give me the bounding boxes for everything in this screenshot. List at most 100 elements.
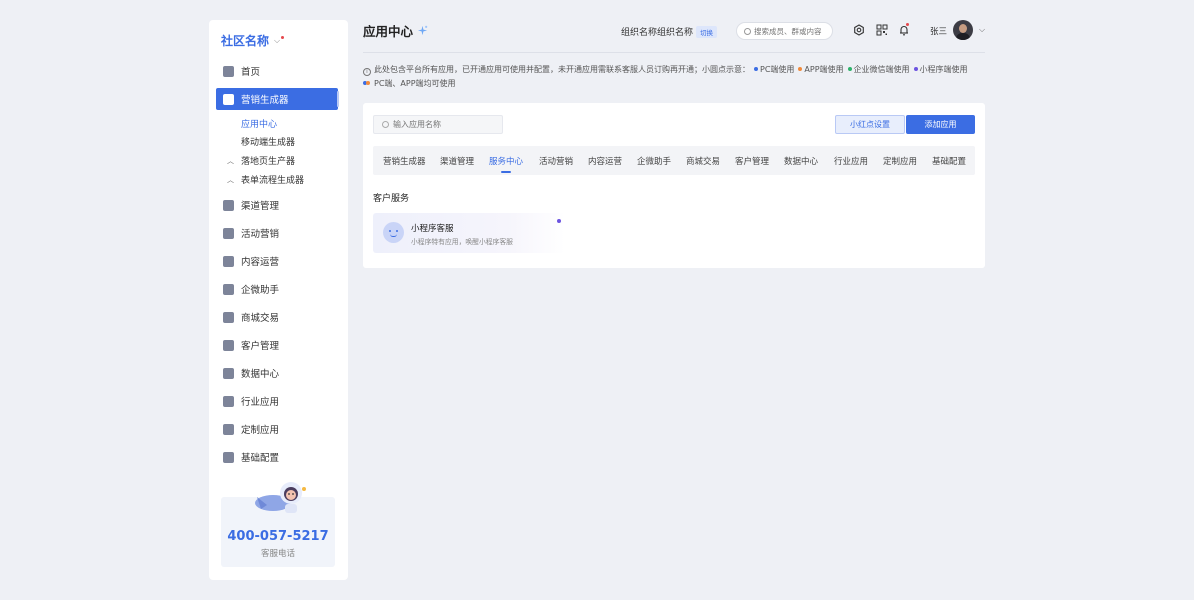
- sidebar-item-label: 行业应用: [241, 397, 280, 408]
- support-promo: 400-057-5217 客服电话: [221, 482, 335, 567]
- dual-dot-icon: [363, 81, 371, 85]
- sidebar-item-label: 数据中心: [241, 369, 280, 380]
- sidebar-item-industry[interactable]: 行业应用: [216, 390, 338, 412]
- search-icon: [744, 27, 751, 35]
- wecom-dot-icon: [847, 67, 852, 71]
- sidebar-item-wecom[interactable]: 企微助手: [216, 278, 338, 300]
- notice-text: 此处包含平台所有应用，已开通应用可使用并配置，未开通应用需联系客服人员订购再开通…: [374, 65, 750, 74]
- app-center-card: 小红点设置 添加应用 营销生成器 渠道管理 服务中心 活动营销 内容运营 企微助…: [363, 103, 985, 268]
- miniprogram-dot-icon: [557, 219, 561, 223]
- wecom-icon: [223, 283, 234, 295]
- tab-customer[interactable]: 客户管理: [735, 155, 769, 167]
- user-name[interactable]: 张三: [930, 25, 947, 37]
- sidebar-subitem-label: 表单流程生成器: [241, 176, 305, 186]
- page-title: 应用中心: [363, 21, 428, 40]
- cluster-icon: [223, 395, 234, 407]
- app-card[interactable]: 小程序客服 小程序特有应用，唤醒小程序客服: [373, 213, 565, 253]
- sidebar-subitem-form-flow[interactable]: ︿ 表单流程生成器: [227, 173, 305, 187]
- sidebar-subitem-mobile-generator[interactable]: 移动端生成器: [241, 135, 295, 148]
- tab-custom[interactable]: 定制应用: [883, 155, 917, 167]
- sidebar-item-label: 活动营销: [241, 229, 280, 240]
- chevron-up-icon: ︿: [227, 175, 234, 184]
- category-tabs: 营销生成器 渠道管理 服务中心 活动营销 内容运营 企微助手 商城交易 客户管理…: [373, 146, 975, 175]
- miniprogram-dot-icon: [913, 67, 918, 71]
- icon-mouth: [390, 234, 397, 237]
- add-app-button[interactable]: 添加应用: [906, 115, 975, 134]
- brand-switcher[interactable]: 社区名称 ⌵: [221, 32, 285, 49]
- sidebar-item-data[interactable]: 数据中心: [216, 362, 338, 384]
- chevron-up-icon: ︿: [227, 156, 234, 165]
- sidebar-item-channel[interactable]: 渠道管理: [216, 194, 338, 216]
- chevron-down-icon: ⌵: [274, 35, 281, 45]
- tab-settings[interactable]: 基础配置: [932, 155, 966, 167]
- sidebar-item-label: 商城交易: [241, 313, 280, 324]
- astronaut-illustration: [255, 482, 306, 513]
- avatar-face: [959, 24, 967, 33]
- app-dot-icon: [798, 67, 803, 71]
- sidebar-item-label: 客户管理: [241, 341, 280, 352]
- sidebar-item-mall[interactable]: 商城交易: [216, 306, 338, 328]
- legend-wecom: 企业微信端使用: [853, 65, 910, 74]
- section-title: 客户服务: [373, 194, 410, 204]
- sidebar-subitem-app-center[interactable]: 应用中心: [241, 117, 277, 130]
- legend-dual: PC端、APP端均可使用: [374, 79, 456, 88]
- app-search-input[interactable]: [393, 120, 493, 129]
- switch-org-button[interactable]: 切换: [696, 26, 717, 38]
- tab-industry[interactable]: 行业应用: [834, 155, 868, 167]
- sidebar-item-label: 定制应用: [241, 425, 280, 436]
- settings-icon[interactable]: [853, 24, 865, 36]
- sidebar-item-content[interactable]: 内容运营: [216, 250, 338, 272]
- sidebar-item-label: 首页: [241, 67, 261, 78]
- sidebar-item-activity[interactable]: 活动营销: [216, 222, 338, 244]
- support-phone-label: 客服电话: [260, 549, 295, 559]
- avatar-body: [956, 33, 970, 40]
- app-search[interactable]: [373, 115, 503, 134]
- legend-miniprogram: 小程序端使用: [919, 65, 968, 74]
- global-search-input[interactable]: [754, 26, 828, 36]
- home-icon: [223, 65, 234, 77]
- tab-wecom[interactable]: 企微助手: [637, 155, 671, 167]
- tab-data[interactable]: 数据中心: [784, 155, 818, 167]
- shop-icon: [223, 311, 234, 323]
- customer-service-icon: [383, 222, 404, 243]
- notice: i 此处包含平台所有应用，已开通应用可使用并配置，未开通应用需联系客服人员订购再开…: [363, 63, 985, 91]
- sidebar-item-label: 企微助手: [241, 285, 280, 296]
- tab-activity[interactable]: 活动营销: [539, 155, 573, 167]
- search-icon: [382, 121, 389, 128]
- qrcode-icon[interactable]: [876, 24, 888, 36]
- legend-pc: PC端使用: [760, 65, 795, 74]
- tab-mall[interactable]: 商城交易: [686, 155, 720, 167]
- red-dot-icon: [281, 36, 285, 39]
- sidebar-item-label: 内容运营: [241, 257, 280, 268]
- info-icon: i: [363, 68, 371, 76]
- sidebar-item-home[interactable]: 首页: [216, 60, 338, 82]
- tab-marketing-generator[interactable]: 营销生成器: [383, 155, 426, 167]
- sidebar-item-label: 营销生成器: [241, 95, 289, 106]
- support-phone: 400-057-5217: [227, 529, 329, 544]
- app-name: 小程序客服: [411, 224, 454, 234]
- pc-dot-icon: [754, 67, 758, 71]
- sidebar-item-marketing-generator[interactable]: 营销生成器: [216, 88, 339, 110]
- sidebar-item-settings[interactable]: 基础配置: [216, 446, 338, 468]
- sidebar-subitem-label: 落地页生产器: [241, 157, 296, 167]
- tab-service-center[interactable]: 服务中心: [489, 155, 523, 173]
- megaphone-icon: [223, 227, 234, 239]
- sidebar-subitem-landing-page[interactable]: ︿ 落地页生产器: [227, 154, 296, 168]
- tab-content[interactable]: 内容运营: [588, 155, 622, 167]
- tab-channel[interactable]: 渠道管理: [440, 155, 474, 167]
- header-divider: [363, 52, 985, 53]
- chevron-down-icon[interactable]: ⌵: [979, 25, 985, 35]
- icon-eye: [396, 230, 398, 232]
- chart-icon: [223, 367, 234, 379]
- red-dot-settings-button[interactable]: 小红点设置: [835, 115, 905, 134]
- sidebar-item-custom[interactable]: 定制应用: [216, 418, 338, 440]
- sparkle-icon: [417, 25, 428, 36]
- document-icon: [223, 255, 234, 267]
- org-name: 组织名称组织名称: [621, 28, 694, 38]
- global-search[interactable]: [736, 22, 833, 40]
- sidebar: 社区名称 ⌵ 首页 营销生成器 应用中心 移动端生成器 ︿ 落地页生产器 ︿ 表…: [209, 20, 348, 580]
- diamond-icon: [223, 339, 234, 351]
- avatar[interactable]: [953, 20, 973, 40]
- sidebar-item-customer[interactable]: 客户管理: [216, 334, 338, 356]
- page-title-text: 应用中心: [363, 24, 414, 39]
